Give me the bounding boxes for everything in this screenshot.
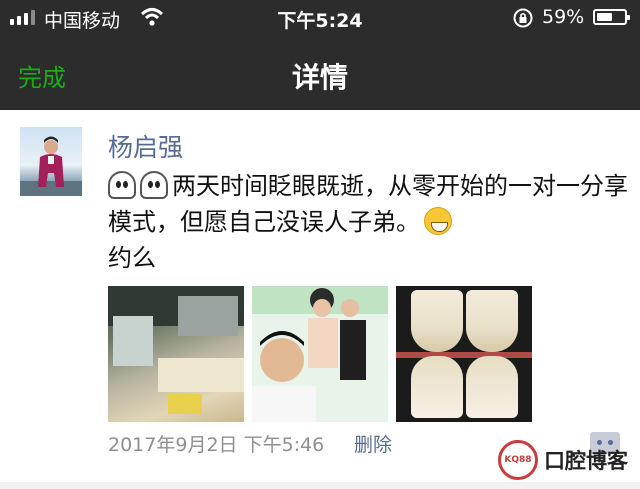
post-author[interactable]: 杨启强 [108,128,183,164]
teeth-closeup-photo[interactable] [396,286,532,422]
delete-button[interactable]: 删除 [354,430,392,457]
post-text-tail: 约么 [108,244,156,272]
post-timestamp: 2017年9月2日 下午5:46 [108,434,325,456]
header: 中国移动 下午5:24 59% 完成 详情 [0,0,640,110]
status-bar: 中国移动 下午5:24 59% [0,0,640,36]
lower-teeth [396,356,532,418]
orientation-lock-icon [513,8,533,28]
tooth [410,290,463,352]
battery-icon [593,9,630,25]
post-text-main: 两天时间眨眼既逝，从零开始的一对一分享模式，但愿自己没误人子弟。 [108,172,628,236]
watermark-logo: KQ88 [498,440,538,480]
battery-level [597,13,613,21]
bottom-bar [0,482,640,489]
battery-percent: 59% [542,6,585,28]
watermark-site-name: 口腔博客 [544,449,628,473]
ghost-emoji [140,171,168,199]
avatar[interactable] [20,127,82,196]
ghost-emoji [108,171,136,199]
post-text: 两天时间眨眼既逝，从零开始的一对一分享模式，但愿自己没误人子弟。 约么 [108,168,628,276]
classroom-photo[interactable] [108,286,244,422]
upper-teeth [396,290,532,352]
avatar-person-image [20,136,82,196]
tooth [465,356,518,418]
page-title: 详情 [291,61,348,94]
group-selfie-photo[interactable] [252,286,388,422]
tooth [465,290,518,352]
smile-emoji [424,207,452,235]
tooth [410,356,463,418]
watermark: KQ88 口腔博客 [498,440,634,480]
